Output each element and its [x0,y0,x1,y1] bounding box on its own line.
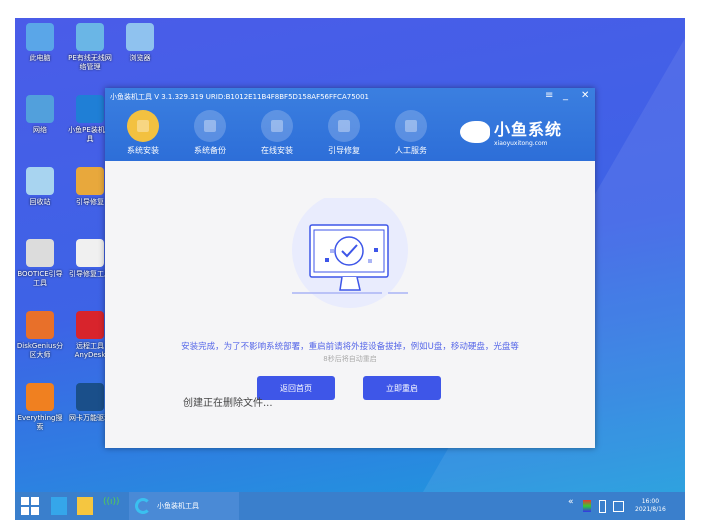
logo-url: xiaoyuxitong.com [494,140,548,147]
desktop-icon-label: 回收站 [29,198,51,206]
desktop-icon-label: 网络 [33,126,47,134]
app-icon [26,311,54,339]
nav-icon [127,110,159,142]
desktop-icon[interactable]: 浏览器 [115,23,165,63]
logo-name: 小鱼系统 [494,120,563,139]
taskbar-app-xiaoyu[interactable]: 小鱼装机工具 [129,492,239,520]
window-title: 小鱼装机工具 V 3.1.329.319 URID:B1012E11B4F8BF… [110,93,370,101]
nav-label: 系统备份 [194,146,226,155]
desktop-icon[interactable]: BOOTICE引导工具 [15,239,65,288]
clock[interactable]: 16:00 2021/8/16 [635,498,666,516]
close-button[interactable]: ✕ [581,90,589,101]
fish-icon [460,120,490,143]
nav-label: 在线安装 [261,146,293,155]
tray-display-icon[interactable] [613,501,624,512]
desktop-icon[interactable]: Everything搜索 [15,383,65,432]
nav-tab[interactable]: 引导修复 [316,110,372,156]
xiaoyu-logo: 小鱼系统 xiaoyuxitong.com [460,116,562,147]
nav-tab[interactable]: 在线安装 [249,110,305,156]
app-icon [76,239,104,267]
install-complete-illustration [292,198,408,308]
network-icon[interactable]: ((ı)) [103,497,120,515]
taskbar: ((ı)) 小鱼装机工具 « 16:00 2021/8/16 [15,492,685,520]
start-button[interactable] [21,497,39,515]
desktop-icon-label: DiskGenius分区大师 [16,342,64,359]
taskbar-app-label: 小鱼装机工具 [157,502,199,510]
app-icon [26,239,54,267]
file-explorer-icon[interactable] [77,497,93,515]
completion-message: 安装完成，为了不影响系统部署，重启前请将外接设备拔掉，例如U盘，移动硬盘，光盘等 [181,342,519,352]
desktop-icon[interactable]: DiskGenius分区大师 [15,311,65,360]
desktop-icon-label: 此电脑 [29,54,51,62]
app-icon [76,95,104,123]
app-icon [76,383,104,411]
desktop-icon-label: Everything搜索 [17,414,63,431]
app-icon [76,23,104,51]
nav-label: 人工服务 [395,146,427,155]
overlay-status-text: 创建正在删除文件... [183,398,273,409]
desktop-icon[interactable]: 网络 [15,95,65,135]
usb-icon[interactable] [599,500,606,513]
desktop-icon-label: PE有线无线网络管理 [68,54,112,71]
app-icon [26,95,54,123]
nav-label: 系统安装 [127,146,159,155]
minimize-button[interactable]: _ [563,90,568,101]
desktop-icon[interactable]: PE有线无线网络管理 [65,23,115,72]
nav-label: 引导修复 [328,146,360,155]
desktop-icon[interactable]: 回收站 [15,167,65,207]
desktop-icon[interactable]: 此电脑 [15,23,65,63]
nav-icon [261,110,293,142]
app-icon [26,23,54,51]
clock-date: 2021/8/16 [635,506,666,513]
window-header: 小鱼装机工具 V 3.1.329.319 URID:B1012E11B4F8BF… [105,88,595,161]
app-icon [76,311,104,339]
nav-tab[interactable]: 系统备份 [182,110,238,156]
nav-icon [194,110,226,142]
tray-expand-icon[interactable]: « [568,497,574,515]
nav-tab[interactable]: 人工服务 [383,110,439,156]
xiaoyu-installer-window: 小鱼装机工具 V 3.1.329.319 URID:B1012E11B4F8BF… [105,88,595,448]
app-icon [126,23,154,51]
clock-time: 16:00 [641,498,660,505]
menu-icon[interactable]: ≡ [545,90,553,101]
app-icon [76,167,104,195]
nav-icon [395,110,427,142]
restart-now-button[interactable]: 立即重启 [363,376,441,400]
app-icon [26,383,54,411]
edge-app-icon [135,498,151,514]
restart-countdown: 8秒后将自动重启 [323,355,377,363]
nav-icon [328,110,360,142]
desktop-icon[interactable] [51,497,67,515]
desktop-icon-label: BOOTICE引导工具 [17,270,63,287]
app-icon [26,167,54,195]
tray-color-icon[interactable] [583,500,591,512]
nav-tab[interactable]: 系统安装 [115,110,171,156]
desktop-icon-label: 浏览器 [129,54,151,62]
